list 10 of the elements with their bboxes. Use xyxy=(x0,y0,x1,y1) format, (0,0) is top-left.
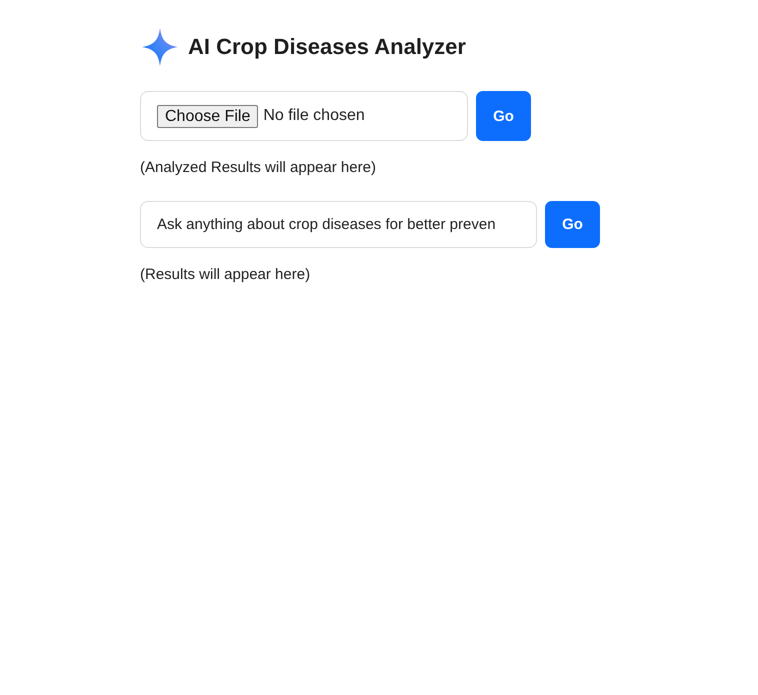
file-status-text: No file chosen xyxy=(263,107,365,125)
go-button[interactable]: Go xyxy=(545,201,600,248)
question-result-text: (Results will appear here) xyxy=(140,266,312,284)
analysis-result-text: (Analyzed Results will appear here) xyxy=(140,159,377,177)
go-button[interactable]: Go xyxy=(476,91,531,141)
file-upload-field[interactable]: Choose File No file chosen xyxy=(140,91,468,141)
page-title: AI Crop Diseases Analyzer xyxy=(188,34,466,60)
question-input[interactable]: Ask anything about crop diseases for better preven xyxy=(140,201,537,248)
sparkle-icon xyxy=(142,28,178,66)
choose-file-button[interactable]: Choose File xyxy=(157,104,258,128)
